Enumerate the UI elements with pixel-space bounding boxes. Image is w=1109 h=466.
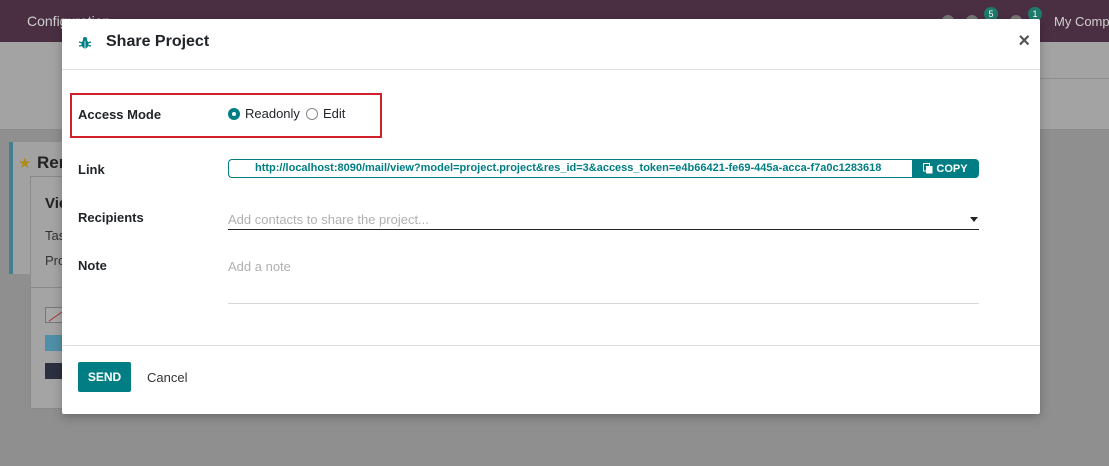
note-input[interactable]: Add a note [228,256,979,304]
recipients-placeholder: Add contacts to share the project... [228,212,429,227]
dialog-title: Share Project [106,33,210,50]
recipients-label: Recipients [78,210,144,225]
link-label: Link [78,162,105,177]
edit-radio-label[interactable]: Edit [323,106,345,121]
copy-icon [923,163,933,174]
access-mode-label: Access Mode [78,107,162,122]
company-switcher[interactable]: My Company [1054,14,1109,29]
cancel-button[interactable]: Cancel [147,370,187,385]
send-button[interactable]: SEND [78,362,131,392]
readonly-radio-label[interactable]: Readonly [245,106,300,121]
share-project-dialog: Share Project × Access Mode Readonly Edi… [62,19,1040,414]
caret-down-icon[interactable] [970,217,978,222]
dialog-header: Share Project × [62,19,1040,70]
share-link-field[interactable]: http://localhost:8090/mail/view?model=pr… [228,159,913,178]
note-placeholder: Add a note [228,259,291,274]
bug-icon [78,37,92,49]
access-mode-radio-group: Readonly Edit [228,106,351,121]
readonly-radio[interactable] [228,107,240,120]
edit-radio[interactable] [305,107,318,120]
star-icon: ★ [18,155,32,172]
close-button[interactable]: × [1018,31,1030,51]
copy-button-label: COPY [936,162,968,175]
recipients-input[interactable]: Add contacts to share the project... [228,208,979,230]
note-label: Note [78,258,107,273]
control-divider [1040,78,1109,79]
copy-button[interactable]: COPY [912,159,979,178]
dialog-footer: SEND Cancel [62,345,1040,414]
